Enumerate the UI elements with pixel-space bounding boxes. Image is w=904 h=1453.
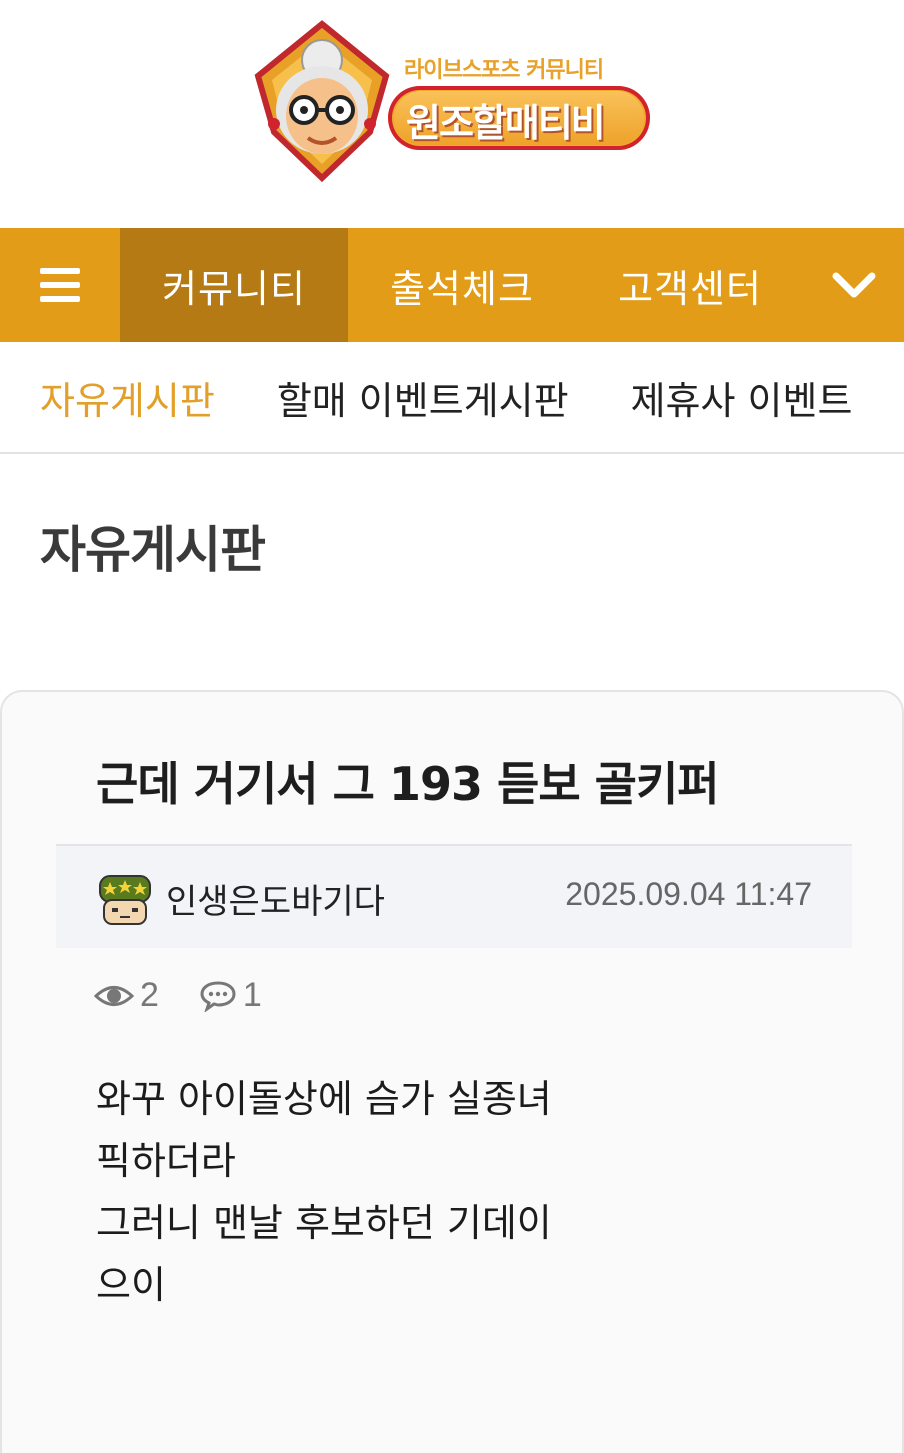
post-card: 근데 거기서 그 193 듣보 골키퍼 인생은도바기다 2025.09.04 1… bbox=[0, 690, 904, 1453]
hamburger-icon bbox=[40, 268, 80, 302]
comment-count-value: 1 bbox=[242, 976, 262, 1014]
view-count-value: 2 bbox=[140, 976, 159, 1014]
logo-subtitle: 라이브스포츠 커뮤니티 bbox=[404, 58, 604, 83]
chevron-down-icon bbox=[832, 272, 876, 298]
nav-item-customer-center[interactable]: 고객센터 bbox=[576, 228, 804, 342]
sub-tab-event-board[interactable]: 할매 이벤트게시판 bbox=[277, 370, 569, 425]
nav-item-community[interactable]: 커뮤니티 bbox=[120, 228, 348, 342]
page-title: 자유게시판 bbox=[40, 521, 266, 579]
grandma-emblem-icon bbox=[254, 20, 390, 183]
main-nav: 커뮤니티 출석체크 고객센터 bbox=[0, 228, 904, 342]
nav-more-button[interactable] bbox=[804, 228, 904, 342]
avatar[interactable] bbox=[96, 870, 154, 928]
site-header: 라이브스포츠 커뮤니티 원조할매티비 bbox=[0, 0, 904, 228]
sub-tab-free-board[interactable]: 자유게시판 bbox=[40, 370, 215, 425]
menu-button[interactable] bbox=[0, 228, 120, 342]
post-body-line: 와꾸 아이돌상에 슴가 실종녀 bbox=[96, 1077, 552, 1121]
post-stats: 2 1 bbox=[94, 976, 302, 1015]
post-body-line: 그러니 맨날 후보하던 기데이 bbox=[96, 1201, 552, 1245]
post-author[interactable]: 인생은도바기다 bbox=[166, 874, 385, 923]
post-title: 근데 거기서 그 193 듣보 골키퍼 bbox=[96, 757, 720, 811]
post-body-line: 픽하더라 bbox=[96, 1139, 236, 1183]
post-date: 2025.09.04 11:47 bbox=[565, 876, 812, 912]
logo-name: 원조할매티비 bbox=[406, 101, 606, 145]
comment-count: 1 bbox=[199, 976, 262, 1015]
view-count: 2 bbox=[94, 976, 159, 1015]
post-body-line: 으이 bbox=[96, 1263, 166, 1307]
post-meta: 인생은도바기다 2025.09.04 11:47 bbox=[56, 844, 852, 948]
sub-tab-partner-event[interactable]: 제휴사 이벤트 bbox=[631, 370, 853, 425]
sub-nav: 자유게시판 할매 이벤트게시판 제휴사 이벤트 bbox=[0, 342, 904, 454]
eye-icon bbox=[94, 985, 134, 1006]
nav-item-attendance[interactable]: 출석체크 bbox=[348, 228, 576, 342]
post-body: 와꾸 아이돌상에 슴가 실종녀 픽하더라 그러니 맨날 후보하던 기데이 으이 bbox=[96, 1068, 552, 1316]
comment-icon bbox=[200, 980, 236, 1012]
